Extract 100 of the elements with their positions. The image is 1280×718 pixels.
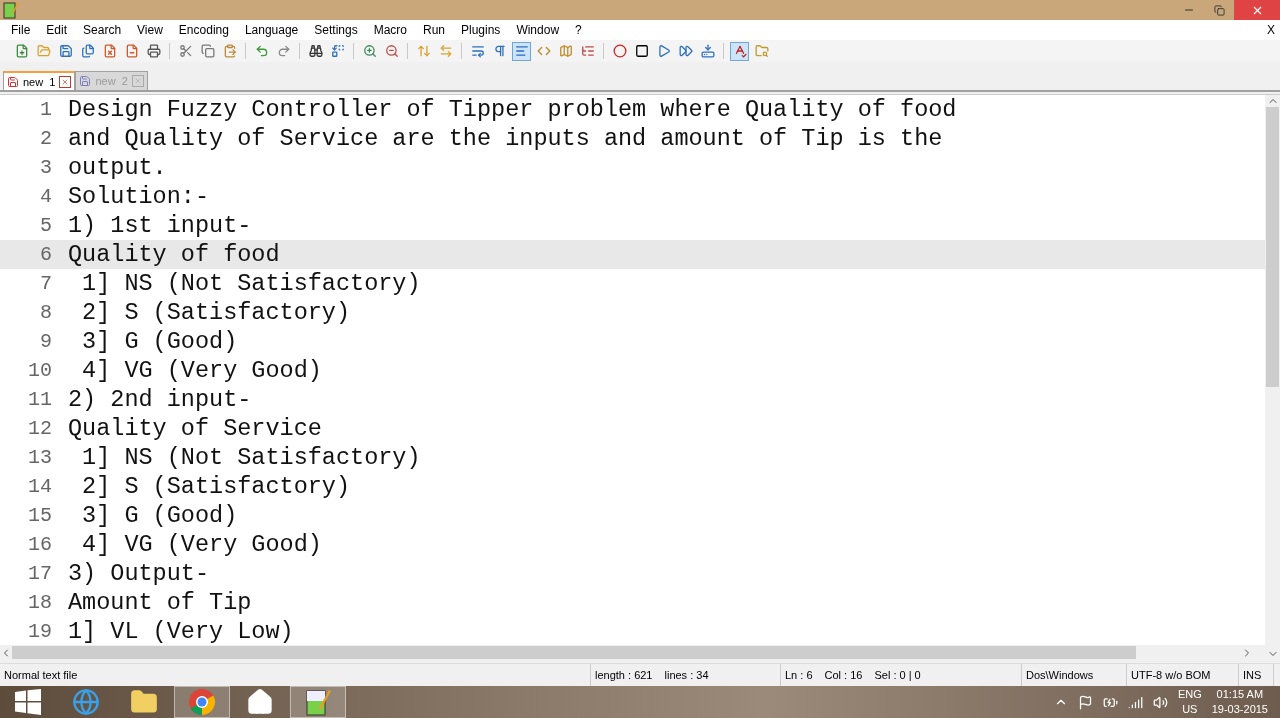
replace-icon [330, 44, 345, 58]
vertical-arrows-icon [416, 44, 431, 58]
line-number: 17 [27, 562, 52, 585]
close-icon [133, 77, 142, 85]
copy-icon [200, 44, 215, 58]
file-x-icon [102, 44, 117, 58]
line-text: 3) Output- [68, 560, 210, 587]
menu-item[interactable]: ? [567, 23, 590, 37]
menu-item[interactable]: Settings [306, 23, 366, 37]
clock-time[interactable]: 01:15 AM [1216, 687, 1264, 702]
line-text: 2] S (Satisfactory) [81, 299, 351, 326]
column-position: Col : 16 [824, 669, 863, 681]
line-number: 3 [39, 156, 52, 179]
keyboard-region[interactable]: US [1182, 702, 1198, 717]
menu-item[interactable]: Encoding [170, 23, 237, 37]
line-text: Quality of Service [68, 415, 322, 442]
line-number: 9 [39, 330, 52, 353]
menu-item[interactable]: Plugins [453, 23, 509, 37]
redo-icon [276, 44, 291, 58]
line-number: 2 [39, 127, 52, 150]
line-text: 4] VG (Very Good) [81, 531, 322, 558]
record-icon [612, 44, 627, 58]
input-language[interactable]: ENG [1177, 687, 1202, 702]
line-number: 11 [27, 388, 52, 411]
line-text: Solution:- [68, 183, 210, 210]
chrome-icon [188, 688, 216, 716]
line-number: 19 [27, 620, 52, 643]
windows-logo-icon [15, 689, 41, 715]
file-plus-icon [14, 44, 29, 58]
scissors-icon [178, 44, 193, 58]
line-text: 2] S (Satisfactory) [81, 473, 351, 500]
line-number: 7 [39, 272, 52, 295]
menu-item[interactable]: Search [75, 23, 130, 37]
insert-mode: INS [1243, 669, 1262, 681]
line-text: 3] G (Good) [81, 502, 238, 529]
line-text: 1] VL (Very Low) [68, 618, 294, 645]
clipboard-icon [222, 44, 237, 58]
selection-info: Sel : 0 | 0 [874, 669, 921, 681]
line-number: 15 [27, 504, 52, 527]
printer-icon [146, 44, 161, 58]
map-icon [558, 44, 573, 58]
menu-item[interactable]: View [129, 23, 171, 37]
menu-item[interactable]: Window [508, 23, 568, 37]
stop-icon [634, 44, 649, 58]
binoculars-icon [308, 44, 323, 58]
clock-date[interactable]: 19-03-2015 [1211, 702, 1268, 717]
line-text: 3] G (Good) [81, 328, 238, 355]
menu-item[interactable]: File [3, 23, 39, 37]
menu-item[interactable]: Language [236, 23, 307, 37]
line-text: 1) 1st input- [68, 212, 252, 239]
line-number: 10 [27, 359, 52, 382]
volume-icon[interactable] [1152, 694, 1168, 710]
line-text: and Quality of Service are the inputs and amount of Tip is the [68, 125, 943, 152]
notepad-icon [305, 688, 331, 716]
line-number: 12 [27, 417, 52, 440]
signal-icon[interactable] [1127, 694, 1143, 710]
zoom-in-icon [362, 44, 377, 58]
close-document-button[interactable]: X [1267, 23, 1280, 37]
spell-check-button[interactable] [730, 41, 749, 61]
notepad-icon [3, 1, 19, 19]
line-number: 4 [39, 185, 52, 208]
close-icon [61, 77, 70, 86]
line-text: 2) 2nd input- [68, 386, 252, 413]
line-number: 13 [27, 446, 52, 469]
file-type: Normal text file [4, 669, 78, 681]
menu-item[interactable]: Edit [38, 23, 76, 37]
length-count: length : 621 [595, 669, 653, 681]
restore-icon [1213, 4, 1225, 16]
line-number: 14 [27, 475, 52, 498]
globe-icon [72, 688, 100, 716]
menu-item[interactable]: Run [415, 23, 453, 37]
document-tab[interactable]: new 1 [3, 71, 76, 90]
tab-close-button[interactable] [59, 75, 72, 88]
line-text: 1] NS (Not Satisfactory) [81, 444, 421, 471]
file-minus-icon [124, 44, 139, 58]
line-text: output. [68, 154, 167, 181]
fast-forward-icon [678, 44, 693, 58]
wrap-text-icon [470, 44, 485, 58]
list-tree-icon [580, 44, 595, 58]
line-text: Amount of Tip [68, 589, 252, 616]
flag-icon[interactable] [1077, 694, 1093, 710]
line-number: 16 [27, 533, 52, 556]
line-text: 4] VG (Very Good) [81, 357, 322, 384]
folder-icon [36, 44, 51, 58]
line-number: 6 [39, 243, 52, 266]
line-number: 8 [39, 301, 52, 324]
encoding: UTF-8 w/o BOM [1131, 669, 1211, 681]
menu-item[interactable]: Macro [365, 23, 415, 37]
play-icon [656, 44, 671, 58]
horizontal-arrows-icon [438, 44, 453, 58]
lines-count: lines : 34 [664, 669, 709, 681]
horizontal-scrollbar[interactable] [0, 645, 1265, 660]
line-number: 5 [39, 214, 52, 237]
zoom-out-icon [384, 44, 399, 58]
line-number: 1 [39, 98, 52, 121]
line-ending: Dos\Windows [1026, 669, 1094, 681]
taskbar-button[interactable] [290, 686, 346, 718]
folder-icon [130, 688, 158, 716]
vertical-scrollbar[interactable] [1265, 95, 1280, 660]
undo-icon [254, 44, 269, 58]
